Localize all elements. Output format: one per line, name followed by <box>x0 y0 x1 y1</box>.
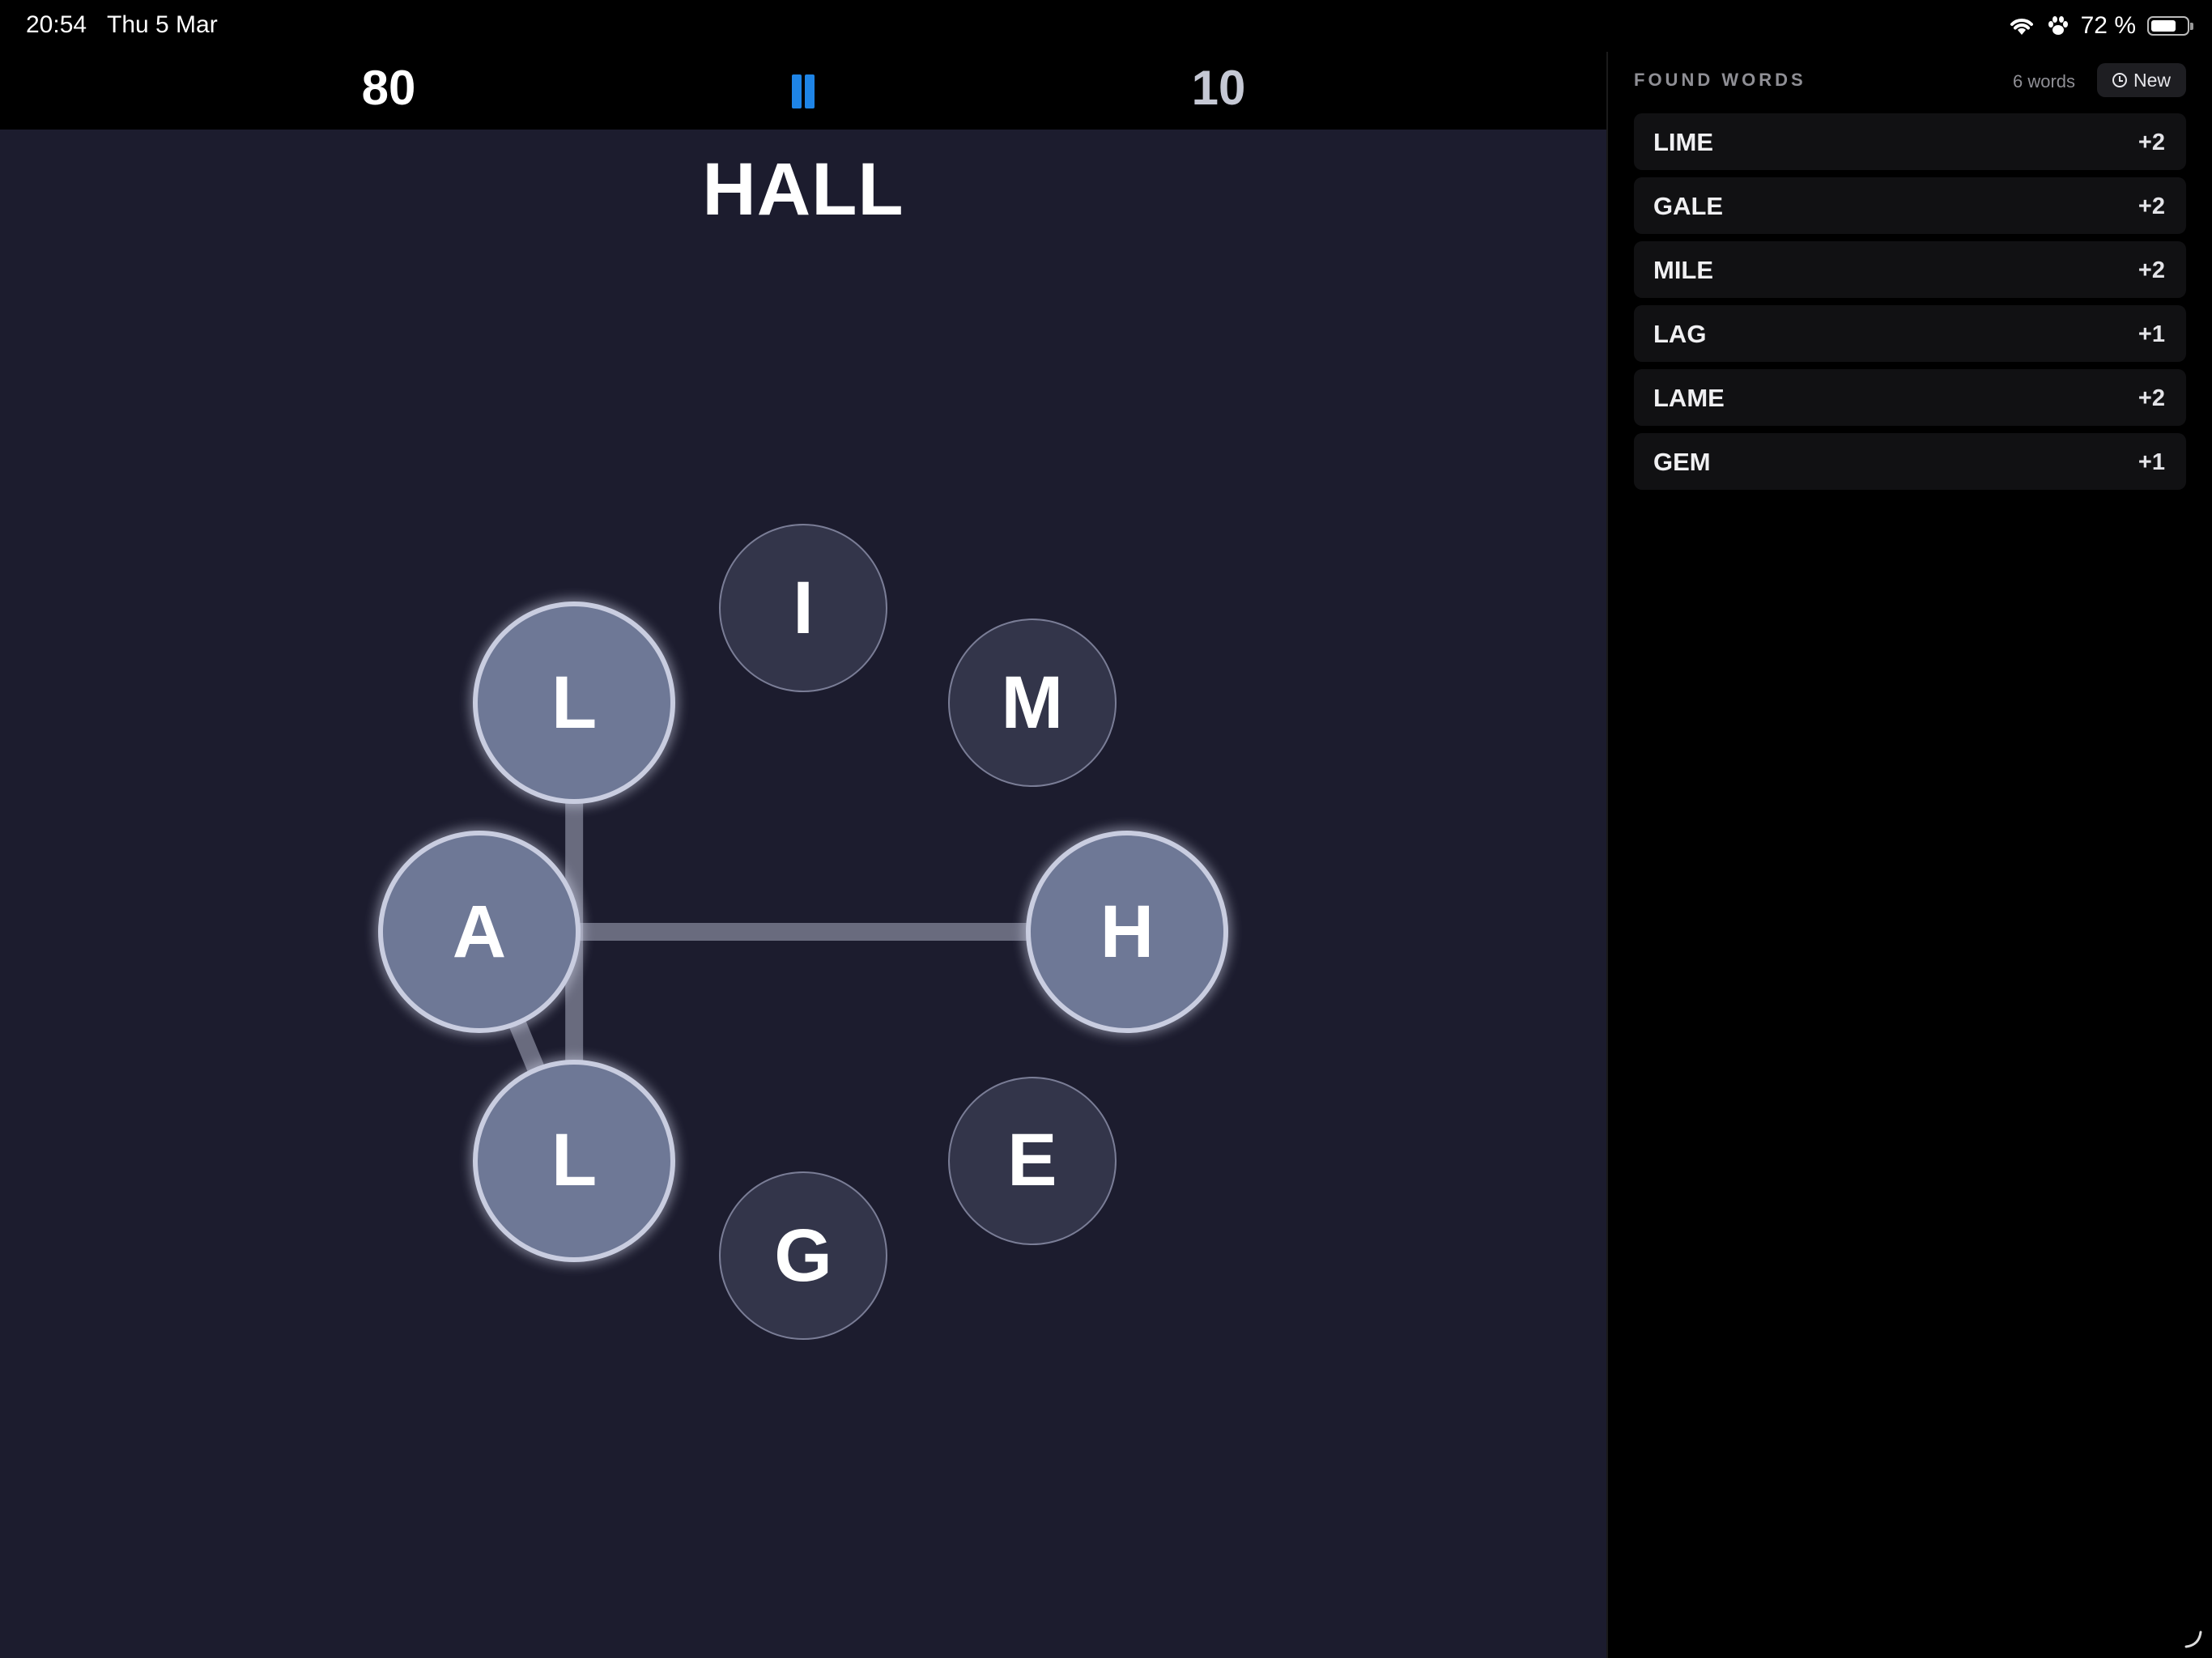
clock-icon <box>2112 73 2127 87</box>
found-word-points: +1 <box>2138 321 2165 347</box>
letter-tile-label: M <box>1001 661 1064 744</box>
found-word-row[interactable]: LAG +1 <box>1634 305 2186 362</box>
found-word: MILE <box>1653 256 1714 284</box>
found-words-list: LIME +2 GALE +2 MILE +2 LAG +1 LAME +2 GEM +1 <box>1634 113 2186 497</box>
found-word: LAME <box>1653 384 1725 412</box>
selection-path <box>470 694 1136 1170</box>
found-word-points: +2 <box>2138 385 2165 411</box>
found-word: GALE <box>1653 192 1724 220</box>
paw-icon <box>2048 16 2068 35</box>
letter-tile-i[interactable]: I <box>719 524 887 692</box>
found-words-count: 6 words <box>2013 71 2076 91</box>
letter-tile-label: L <box>551 661 598 744</box>
wifi-icon <box>2010 19 2033 35</box>
letter-tile-label: E <box>1007 1119 1057 1202</box>
status-time: 20:54 <box>26 11 87 38</box>
found-word: GEM <box>1653 448 1711 476</box>
resize-handle-icon[interactable] <box>2183 1629 2204 1650</box>
found-word-points: +1 <box>2138 449 2165 475</box>
battery-icon <box>2147 16 2193 36</box>
letter-tile-m[interactable]: M <box>947 619 1117 788</box>
found-word-row[interactable]: LIME +2 <box>1634 113 2186 170</box>
found-word-row[interactable]: MILE +2 <box>1634 241 2186 298</box>
found-word-row[interactable]: GALE +2 <box>1634 177 2186 234</box>
letter-tile-label: I <box>793 566 814 649</box>
found-word: LAG <box>1653 320 1707 348</box>
new-game-button[interactable]: New <box>2097 63 2186 97</box>
letter-tile-e[interactable]: E <box>947 1076 1117 1245</box>
status-date: Thu 5 Mar <box>107 11 218 38</box>
found-word-points: +2 <box>2138 257 2165 283</box>
battery-percent: 72 % <box>2080 12 2136 39</box>
status-bar: 20:54 Thu 5 Mar 72 % <box>0 0 2212 52</box>
battery-fill <box>2151 20 2176 32</box>
status-indicators: 72 % <box>2008 10 2193 42</box>
letter-tile-a[interactable]: A <box>378 831 581 1033</box>
letter-tile-label: A <box>452 890 507 973</box>
letter-tile-label: H <box>1100 890 1155 973</box>
found-word-points: +2 <box>2138 193 2165 219</box>
letter-tile-l[interactable]: L <box>473 602 676 805</box>
found-words-header: FOUND WORDS <box>1634 70 1806 90</box>
letter-tile-label: L <box>551 1119 598 1202</box>
found-words-panel: FOUND WORDS 6 words New LIME +2 GALE +2 MILE… <box>1606 52 2212 1658</box>
letter-tile-l[interactable]: L <box>473 1059 676 1262</box>
letter-tile-label: G <box>774 1214 832 1297</box>
game-area: 80 10 HALL IMHEGLAL <box>0 52 1606 1658</box>
found-word-row[interactable]: LAME +2 <box>1634 369 2186 426</box>
letter-tile-h[interactable]: H <box>1026 831 1228 1033</box>
new-game-label: New <box>2133 69 2171 91</box>
letter-tile-g[interactable]: G <box>719 1171 887 1340</box>
found-word-row[interactable]: GEM +1 <box>1634 433 2186 490</box>
found-word-points: +2 <box>2138 130 2165 155</box>
found-word: LIME <box>1653 128 1714 156</box>
